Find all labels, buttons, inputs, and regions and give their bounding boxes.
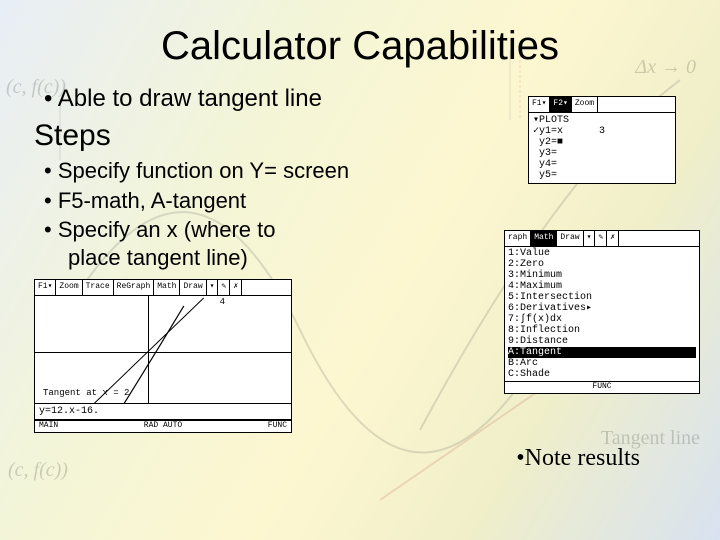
- yeq-y2: y2=■: [533, 137, 671, 148]
- calc-btn-f1: F1▾: [35, 280, 56, 295]
- yeq-plots-label: ▾PLOTS: [533, 115, 671, 126]
- note-results: •Note results: [516, 445, 640, 472]
- step-2: F5-math, A-tangent: [44, 187, 686, 215]
- menu-item-9: 9:Distance: [508, 336, 696, 347]
- calc-yeq-zoom: Zoom: [572, 97, 598, 112]
- calc-btn-f2: Zoom: [56, 280, 82, 295]
- calc-graph-toolbar: F1▾ Zoom Trace ReGraph Math Draw ▾ ✎ ✗: [35, 280, 291, 296]
- slide-content: Calculator Capabilities Able to draw tan…: [0, 0, 720, 540]
- calc-yeq-f1: F1▾: [529, 97, 550, 112]
- yeq-y1: ✓y1=x 3: [533, 126, 671, 137]
- menu-item-7: 7:∫f(x)dx: [508, 314, 696, 325]
- slide-title: Calculator Capabilities: [34, 24, 686, 69]
- menu-item-a-tangent: A:Tangent: [508, 347, 696, 358]
- calc-yeq-body: ▾PLOTS ✓y1=x 3 y2=■ y3= y4= y5=: [529, 113, 675, 183]
- calc-menu-x-icon: ✗: [607, 231, 619, 246]
- calc-btn-f5: Math: [154, 280, 180, 295]
- calc-btn-f4: ReGraph: [114, 280, 155, 295]
- calc-menu-arrow-icon: ▾: [584, 231, 596, 246]
- yeq-y3: y3=: [533, 148, 671, 159]
- calc-btn-close-icon: ✗: [230, 280, 242, 295]
- calc-yequals-screenshot: F1▾ F2▾ Zoom ▾PLOTS ✓y1=x 3 y2=■ y3= y4=…: [528, 96, 676, 184]
- calc-btn-f6: Draw: [180, 280, 206, 295]
- yeq-y5: y5=: [533, 170, 671, 181]
- menu-item-8: 8:Inflection: [508, 325, 696, 336]
- calc-menu-body: 1:Value 2:Zero 3:Minimum 4:Maximum 5:Int…: [505, 247, 699, 381]
- calc-menu-math: Math: [531, 231, 557, 246]
- menu-item-2: 2:Zero: [508, 259, 696, 270]
- calc-menu-draw: Draw: [557, 231, 583, 246]
- calc-yeq-f2: F2▾: [550, 97, 571, 112]
- menu-item-4: 4:Maximum: [508, 281, 696, 292]
- calc-graph-screenshot: F1▾ Zoom Trace ReGraph Math Draw ▾ ✎ ✗ 4…: [34, 279, 292, 433]
- yeq-y4: y4=: [533, 159, 671, 170]
- calc-menu-pen-icon: ✎: [595, 231, 607, 246]
- menu-item-c: C:Shade: [508, 369, 696, 380]
- menu-item-3: 3:Minimum: [508, 270, 696, 281]
- status-main: MAIN: [39, 422, 58, 431]
- calc-graph-plot-area: 4 Tangent at x = 2: [35, 296, 291, 404]
- calc-btn-f3: Trace: [83, 280, 114, 295]
- calc-menu-raph: raph: [505, 231, 531, 246]
- calc-graph-status: MAIN RAD AUTO FUNC: [35, 420, 291, 432]
- calc-menu-toolbar: raph Math Draw ▾ ✎ ✗: [505, 231, 699, 247]
- status-rad-auto: RAD AUTO: [144, 422, 182, 431]
- menu-item-1: 1:Value: [508, 248, 696, 259]
- menu-item-6: 6:Derivatives▸: [508, 303, 696, 314]
- graph-equation: y=12.x-16.: [35, 404, 291, 420]
- status-func: FUNC: [268, 422, 287, 431]
- calc-btn-tools-icon: ✎: [218, 280, 230, 295]
- calc-math-menu-screenshot: raph Math Draw ▾ ✎ ✗ 1:Value 2:Zero 3:Mi…: [504, 230, 700, 394]
- menu-item-5: 5:Intersection: [508, 292, 696, 303]
- calc-yeq-toolbar: F1▾ F2▾ Zoom: [529, 97, 675, 113]
- calc-btn-draw-arrow-icon: ▾: [207, 280, 219, 295]
- graph-tangent-label: Tangent at x = 2: [43, 389, 129, 399]
- calc-menu-status: FUNC: [505, 381, 699, 393]
- menu-status-func: FUNC: [592, 383, 611, 392]
- menu-item-b: B:Arc: [508, 358, 696, 369]
